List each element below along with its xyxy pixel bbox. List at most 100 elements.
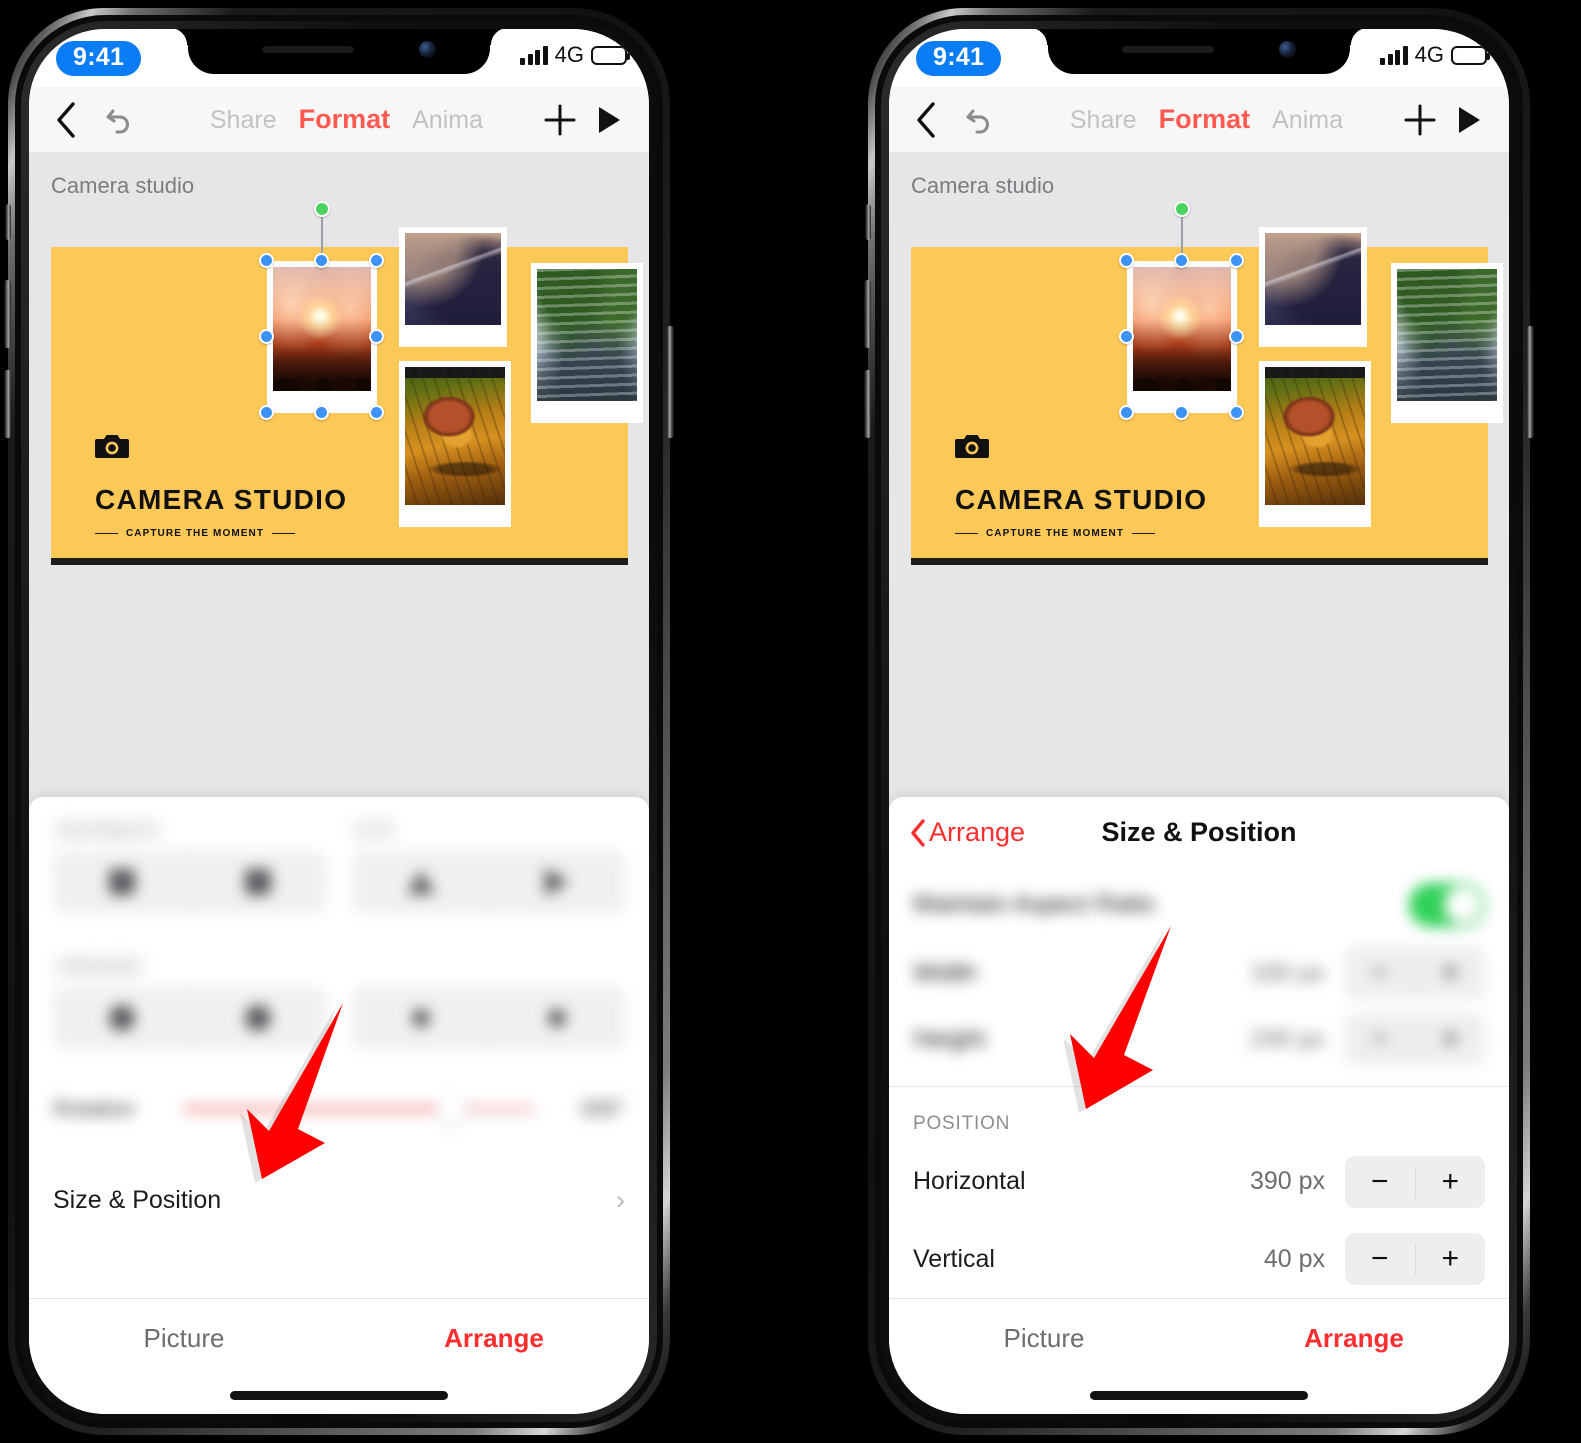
distribute-label: DISTRIBUTE bbox=[57, 823, 159, 840]
power-button[interactable] bbox=[667, 326, 674, 438]
horizontal-minus-button[interactable]: − bbox=[1345, 1156, 1415, 1208]
tab-animate[interactable]: Animat bbox=[412, 106, 484, 135]
volume-up-button[interactable] bbox=[4, 280, 11, 348]
spider-photo[interactable] bbox=[1259, 361, 1371, 527]
sheet-back-button[interactable]: Arrange bbox=[909, 817, 1025, 848]
handle-middle-right[interactable] bbox=[369, 329, 384, 344]
distribute-vertically-button[interactable] bbox=[190, 852, 325, 912]
play-button[interactable] bbox=[585, 105, 633, 135]
spider-photo[interactable] bbox=[399, 361, 511, 527]
flip-vertical-button[interactable] bbox=[353, 852, 489, 912]
vertical-minus-button[interactable]: − bbox=[1345, 1233, 1415, 1285]
tab-picture[interactable]: Picture bbox=[29, 1323, 339, 1354]
rotation-slider[interactable] bbox=[183, 1094, 535, 1124]
slide-underline bbox=[911, 558, 1488, 565]
bring-forward-button[interactable] bbox=[190, 988, 325, 1048]
vertical-stepper[interactable]: − + bbox=[1345, 1233, 1486, 1286]
width-row[interactable]: Width 160 px − + bbox=[889, 940, 1509, 1006]
handle-middle-left[interactable] bbox=[1119, 329, 1134, 344]
bring-to-front-button[interactable] bbox=[489, 988, 624, 1048]
handle-middle-right[interactable] bbox=[1229, 329, 1244, 344]
rotation-handle[interactable] bbox=[1174, 201, 1190, 217]
document-title: Camera studio bbox=[51, 173, 195, 198]
rotation-row[interactable]: Rotation 330° bbox=[29, 1077, 649, 1141]
handle-middle-left[interactable] bbox=[259, 329, 274, 344]
handle-bottom-center[interactable] bbox=[1174, 405, 1189, 420]
tab-picture[interactable]: Picture bbox=[889, 1323, 1199, 1354]
tab-animate[interactable]: Animat bbox=[1272, 106, 1344, 135]
home-indicator[interactable] bbox=[230, 1391, 448, 1400]
document-title: Camera studio bbox=[911, 173, 1055, 198]
volume-up-button[interactable] bbox=[864, 280, 871, 348]
front-camera-icon bbox=[419, 41, 436, 58]
tab-arrange[interactable]: Arrange bbox=[1199, 1323, 1509, 1354]
silent-switch[interactable] bbox=[5, 204, 11, 240]
maintain-aspect-ratio-toggle[interactable] bbox=[1409, 882, 1485, 927]
undo-button[interactable] bbox=[957, 104, 1001, 136]
send-backward-button[interactable] bbox=[54, 988, 190, 1048]
width-stepper[interactable]: − + bbox=[1345, 947, 1486, 1000]
add-button[interactable] bbox=[535, 103, 585, 137]
horizontal-row[interactable]: Horizontal 390 px − + bbox=[889, 1143, 1509, 1221]
height-stepper[interactable]: − + bbox=[1345, 1013, 1486, 1066]
handle-top-right[interactable] bbox=[369, 253, 384, 268]
height-minus-button[interactable]: − bbox=[1345, 1013, 1415, 1065]
tab-share[interactable]: Share bbox=[1070, 106, 1137, 135]
screenshot-stage: 9:41 4G Share Format Animat Camera studi… bbox=[0, 0, 1581, 1443]
send-to-back-button[interactable] bbox=[353, 988, 489, 1048]
handle-top-left[interactable] bbox=[259, 253, 274, 268]
tab-format[interactable]: Format bbox=[1159, 104, 1251, 135]
handle-bottom-center[interactable] bbox=[314, 405, 329, 420]
arrange-row-group-1: DISTRIBUTE FLIP bbox=[29, 823, 649, 913]
maintain-aspect-ratio-row[interactable]: Maintain Aspect Ratio bbox=[889, 869, 1509, 941]
play-button[interactable] bbox=[1445, 105, 1493, 135]
mountain-photo[interactable] bbox=[1259, 227, 1367, 347]
tab-arrange[interactable]: Arrange bbox=[339, 1323, 649, 1354]
toolbar-tabs: Share Format Animat bbox=[141, 104, 535, 135]
distribute-segmented-control[interactable] bbox=[53, 851, 326, 913]
slide-underline bbox=[51, 558, 628, 565]
rotation-value: 330° bbox=[579, 1096, 625, 1121]
vertical-plus-button[interactable]: + bbox=[1416, 1233, 1486, 1285]
horizontal-plus-button[interactable]: + bbox=[1416, 1156, 1486, 1208]
waterfall-photo[interactable] bbox=[1391, 263, 1503, 423]
horizontal-stepper[interactable]: − + bbox=[1345, 1155, 1486, 1208]
height-row[interactable]: Height 240 px − + bbox=[889, 1006, 1509, 1072]
silent-switch[interactable] bbox=[865, 204, 871, 240]
tab-share[interactable]: Share bbox=[210, 106, 277, 135]
volume-down-button[interactable] bbox=[4, 370, 11, 438]
status-indicators: 4G bbox=[1380, 44, 1490, 66]
battery-icon bbox=[591, 45, 630, 65]
handle-top-right[interactable] bbox=[1229, 253, 1244, 268]
handle-bottom-left[interactable] bbox=[1119, 405, 1134, 420]
distribute-horizontally-button[interactable] bbox=[54, 852, 190, 912]
rotation-handle[interactable] bbox=[314, 201, 330, 217]
tab-format[interactable]: Format bbox=[299, 104, 391, 135]
width-plus-button[interactable]: + bbox=[1416, 947, 1486, 999]
handle-bottom-right[interactable] bbox=[1229, 405, 1244, 420]
vertical-row[interactable]: Vertical 40 px − + bbox=[889, 1221, 1509, 1299]
arrange-segmented-control-2[interactable] bbox=[352, 987, 625, 1049]
rotation-slider-thumb[interactable] bbox=[435, 1094, 466, 1124]
handle-top-center[interactable] bbox=[1174, 253, 1189, 268]
home-indicator[interactable] bbox=[1090, 1391, 1308, 1400]
handle-bottom-left[interactable] bbox=[259, 405, 274, 420]
flip-horizontal-button[interactable] bbox=[489, 852, 624, 912]
back-button[interactable] bbox=[903, 101, 947, 139]
back-button[interactable] bbox=[43, 101, 87, 139]
mountain-photo[interactable] bbox=[399, 227, 507, 347]
app-toolbar: Share Format Animat bbox=[889, 87, 1509, 153]
width-minus-button[interactable]: − bbox=[1345, 947, 1415, 999]
size-position-row[interactable]: Size & Position › bbox=[29, 1163, 649, 1237]
height-plus-button[interactable]: + bbox=[1416, 1013, 1486, 1065]
handle-top-center[interactable] bbox=[314, 253, 329, 268]
arrange-segmented-control[interactable] bbox=[53, 987, 326, 1049]
handle-top-left[interactable] bbox=[1119, 253, 1134, 268]
flip-segmented-control[interactable] bbox=[352, 851, 625, 913]
add-button[interactable] bbox=[1395, 103, 1445, 137]
waterfall-photo[interactable] bbox=[531, 263, 643, 423]
power-button[interactable] bbox=[1527, 326, 1534, 438]
volume-down-button[interactable] bbox=[864, 370, 871, 438]
undo-button[interactable] bbox=[97, 104, 141, 136]
handle-bottom-right[interactable] bbox=[369, 405, 384, 420]
